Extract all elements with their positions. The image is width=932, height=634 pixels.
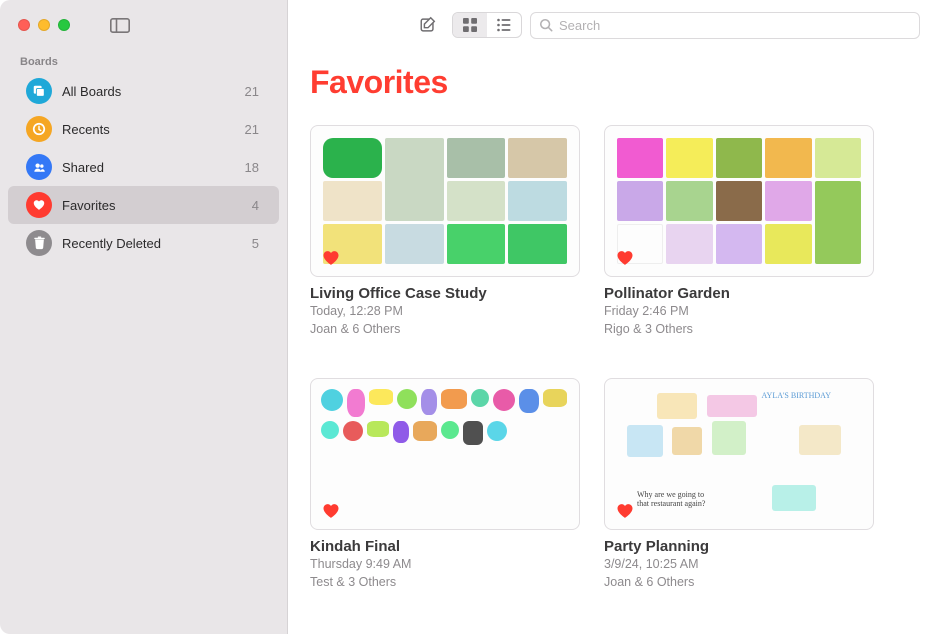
board-title: Pollinator Garden	[604, 285, 874, 302]
list-view-button[interactable]	[487, 13, 521, 37]
stack-icon	[26, 78, 52, 104]
minimize-window-button[interactable]	[38, 19, 50, 31]
board-thumbnail: AYLA'S BIRTHDAY Why are we going tothat …	[604, 378, 874, 530]
board-card[interactable]: Living Office Case Study Today, 12:28 PM…	[310, 125, 580, 338]
close-window-button[interactable]	[18, 19, 30, 31]
sidebar-item-label: All Boards	[62, 84, 245, 99]
trash-icon	[26, 230, 52, 256]
list-icon	[496, 17, 512, 33]
favorite-heart-icon	[321, 501, 341, 521]
fullscreen-window-button[interactable]	[58, 19, 70, 31]
board-date: Friday 2:46 PM	[604, 303, 874, 320]
board-thumbnail	[310, 378, 580, 530]
search-input[interactable]	[559, 18, 911, 33]
sidebar-item-label: Recents	[62, 122, 245, 137]
board-title: Living Office Case Study	[310, 285, 580, 302]
clock-icon	[26, 116, 52, 142]
board-title: Party Planning	[604, 538, 874, 555]
sidebar-item-count: 21	[245, 122, 259, 137]
sidebar-item-shared[interactable]: Shared 18	[8, 148, 279, 186]
sidebar-item-label: Shared	[62, 160, 245, 175]
search-field[interactable]	[530, 12, 920, 39]
board-card[interactable]: Pollinator Garden Friday 2:46 PM Rigo & …	[604, 125, 874, 338]
sidebar-item-favorites[interactable]: Favorites 4	[8, 186, 279, 224]
compose-icon	[419, 16, 437, 34]
sidebar-item-count: 21	[245, 84, 259, 99]
board-date: Thursday 9:49 AM	[310, 556, 580, 573]
view-mode-segmented	[452, 12, 522, 38]
board-thumbnail	[604, 125, 874, 277]
favorite-heart-icon	[615, 501, 635, 521]
sidebar-item-recents[interactable]: Recents 21	[8, 110, 279, 148]
people-icon	[26, 154, 52, 180]
window-controls	[0, 0, 287, 50]
grid-view-button[interactable]	[453, 13, 487, 37]
sidebar-icon	[110, 18, 130, 33]
sidebar-section-header: Boards	[0, 50, 287, 72]
main-content: Favorites	[288, 0, 932, 634]
board-people: Joan & 6 Others	[310, 321, 580, 338]
sidebar-item-label: Recently Deleted	[62, 236, 252, 251]
sidebar: Boards All Boards 21 Recents 21 Shared 1…	[0, 0, 288, 634]
board-date: Today, 12:28 PM	[310, 303, 580, 320]
board-people: Rigo & 3 Others	[604, 321, 874, 338]
sidebar-item-all-boards[interactable]: All Boards 21	[8, 72, 279, 110]
board-title: Kindah Final	[310, 538, 580, 555]
sidebar-item-count: 5	[252, 236, 259, 251]
search-icon	[539, 18, 553, 32]
board-thumbnail	[310, 125, 580, 277]
board-card[interactable]: AYLA'S BIRTHDAY Why are we going tothat …	[604, 378, 874, 591]
toggle-sidebar-button[interactable]	[110, 18, 130, 33]
board-people: Joan & 6 Others	[604, 574, 874, 591]
board-card[interactable]: Kindah Final Thursday 9:49 AM Test & 3 O…	[310, 378, 580, 591]
sidebar-item-recently-deleted[interactable]: Recently Deleted 5	[8, 224, 279, 262]
heart-icon	[26, 192, 52, 218]
favorite-heart-icon	[321, 248, 341, 268]
page-title: Favorites	[310, 64, 910, 101]
sidebar-item-count: 18	[245, 160, 259, 175]
compose-button[interactable]	[412, 12, 444, 38]
sidebar-item-count: 4	[252, 198, 259, 213]
sidebar-item-label: Favorites	[62, 198, 252, 213]
board-people: Test & 3 Others	[310, 574, 580, 591]
board-date: 3/9/24, 10:25 AM	[604, 556, 874, 573]
boards-grid: Living Office Case Study Today, 12:28 PM…	[310, 125, 910, 591]
favorite-heart-icon	[615, 248, 635, 268]
grid-icon	[462, 17, 478, 33]
toolbar	[288, 0, 932, 50]
